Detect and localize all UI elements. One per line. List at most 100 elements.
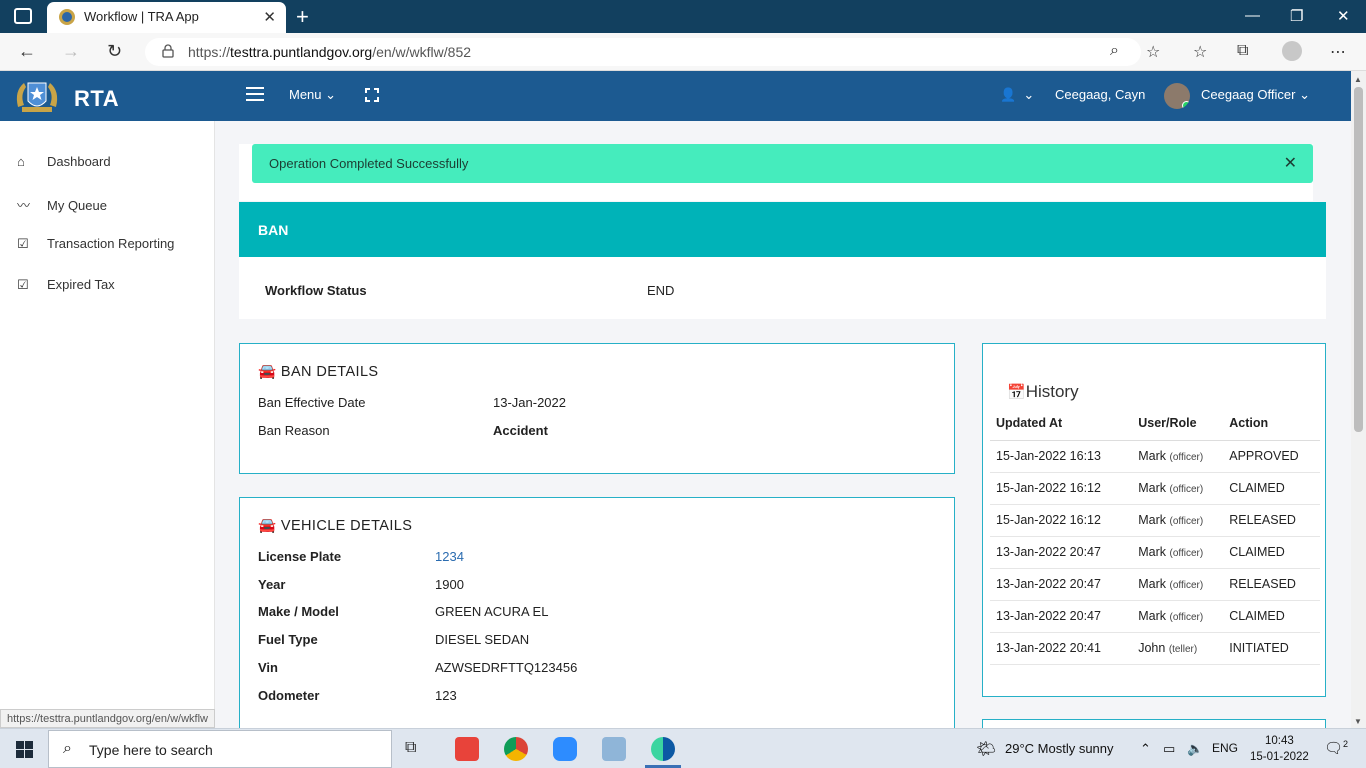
workflow-status-value: END <box>647 283 675 298</box>
browser-tab[interactable]: Workflow | TRA App ✕ <box>47 2 286 33</box>
hamburger-icon[interactable] <box>246 87 264 105</box>
favorites-icon[interactable]: ☆ <box>1193 42 1207 62</box>
zoom-app-icon[interactable] <box>553 737 577 761</box>
close-icon[interactable]: ✕ <box>1284 153 1297 173</box>
address-toolbar: ← → ↻ https://testtra.puntlandgov.org/en… <box>0 33 1366 71</box>
page-scrollbar[interactable]: ▲ ▼ <box>1351 71 1366 728</box>
user-icon: 👤 <box>1000 87 1017 102</box>
odometer-label: Odometer <box>258 688 320 703</box>
odometer-value: 123 <box>435 688 457 703</box>
next-panel-edge <box>982 719 1326 728</box>
table-row: 15-Jan-2022 16:12 Mark (officer) CLAIMED <box>990 472 1320 505</box>
vin-label: Vin <box>258 660 278 675</box>
task-view-icon[interactable]: ⧉ <box>405 739 429 763</box>
table-row: 13-Jan-2022 20:41 John (teller) INITIATED <box>990 632 1320 665</box>
ban-section-header: BAN <box>239 202 1326 257</box>
minimize-icon[interactable]: — <box>1245 7 1260 24</box>
car-icon: 🚘 <box>258 518 277 534</box>
fullscreen-icon[interactable] <box>365 88 379 102</box>
search-icon: ⌕ <box>63 740 72 757</box>
refresh-icon[interactable]: ↻ <box>107 41 122 62</box>
chrome-app-icon[interactable] <box>504 737 528 761</box>
forward-icon[interactable]: → <box>62 41 80 62</box>
url-text: https://testtra.puntlandgov.org/en/w/wkf… <box>188 44 472 60</box>
language-indicator[interactable]: ENG <box>1212 741 1238 755</box>
close-tab-icon[interactable]: ✕ <box>263 8 276 26</box>
taskbar-search-input[interactable]: ⌕ Type here to search <box>48 730 392 768</box>
avatar[interactable] <box>1164 83 1190 109</box>
sidebar-item-transaction-reporting[interactable]: ☑ Transaction Reporting <box>17 236 174 252</box>
windows-taskbar: ⌕ Type here to search ⧉ 🌤 29°C Mostly su… <box>0 728 1366 768</box>
notification-icon[interactable]: 🗨2 <box>1324 739 1348 757</box>
app-header: RTA Menu ⌄ 👤 ⌄ Ceegaag, Cayn Ceegaag Off… <box>0 71 1351 121</box>
anydesk-app-icon[interactable] <box>455 737 479 761</box>
restore-icon[interactable]: ❐ <box>1290 7 1303 25</box>
checkbox-icon: ☑ <box>17 277 29 292</box>
address-field[interactable]: https://testtra.puntlandgov.org/en/w/wkf… <box>145 38 1141 66</box>
role-dropdown[interactable]: Ceegaag Officer ⌄ <box>1201 87 1310 103</box>
notepad-app-icon[interactable] <box>602 737 626 761</box>
brand-title: RTA <box>74 86 120 111</box>
chevron-down-icon: ⌄ <box>1299 87 1310 102</box>
more-menu-icon[interactable]: ⋯ <box>1330 42 1346 62</box>
ban-details-panel: 🚘 BAN DETAILS Ban Effective Date 13-Jan-… <box>239 343 955 474</box>
column-header-action: Action <box>1223 406 1320 441</box>
history-table: Updated At User/Role Action 15-Jan-2022 … <box>990 406 1320 665</box>
table-row: 13-Jan-2022 20:47 Mark (officer) CLAIMED <box>990 536 1320 569</box>
network-icon[interactable]: ▭ <box>1163 741 1175 757</box>
profile-icon[interactable] <box>1282 41 1302 61</box>
alert-message: Operation Completed Successfully <box>269 156 469 171</box>
chevron-down-icon: ⌄ <box>1023 87 1035 102</box>
clock-date: 15-01-2022 <box>1250 751 1309 763</box>
vehicle-details-title: 🚘 VEHICLE DETAILS <box>258 518 413 534</box>
table-row: 15-Jan-2022 16:13 Mark (officer) APPROVED <box>990 440 1320 473</box>
sidebar-item-dashboard[interactable]: ⌂ Dashboard <box>17 154 111 169</box>
year-label: Year <box>258 577 286 592</box>
windows-start-icon[interactable] <box>16 741 33 758</box>
lock-icon <box>162 44 174 58</box>
chevron-up-icon[interactable]: ⌃ <box>1140 741 1151 757</box>
link-status-tooltip: https://testtra.puntlandgov.org/en/w/wkf… <box>0 709 215 728</box>
history-header-row: Updated At User/Role Action <box>990 406 1320 441</box>
close-window-icon[interactable]: ✕ <box>1337 7 1350 25</box>
chevron-down-icon: ⌄ <box>325 87 337 102</box>
success-alert: Operation Completed Successfully ✕ <box>252 144 1313 183</box>
search-placeholder: Type here to search <box>89 742 213 758</box>
table-row: 15-Jan-2022 16:12 Mark (officer) RELEASED <box>990 504 1320 537</box>
ban-title: BAN <box>258 222 289 238</box>
tab-title: Workflow | TRA App <box>84 9 199 24</box>
new-tab-icon[interactable]: + <box>296 4 309 30</box>
edge-app-icon[interactable] <box>651 737 675 761</box>
collections-icon[interactable]: ⧉ <box>1237 42 1248 60</box>
scroll-down-icon[interactable]: ▼ <box>1354 717 1362 726</box>
fuel-type-label: Fuel Type <box>258 632 318 647</box>
year-value: 1900 <box>435 577 464 592</box>
make-model-value: GREEN ACURA EL <box>435 604 549 619</box>
user-menu[interactable]: 👤 ⌄ <box>1000 87 1034 103</box>
menu-dropdown[interactable]: Menu ⌄ <box>289 87 336 103</box>
sidebar-item-expired-tax[interactable]: ☑ Expired Tax <box>17 277 115 293</box>
ban-effective-date-label: Ban Effective Date <box>258 395 366 410</box>
column-header-user-role: User/Role <box>1132 406 1224 441</box>
clock-time: 10:43 <box>1265 735 1294 747</box>
tab-actions-icon[interactable] <box>14 8 32 24</box>
workflow-status-row: Workflow Status END <box>239 257 1326 319</box>
history-panel: 📅History Updated At User/Role Action 15-… <box>982 343 1326 697</box>
zoom-icon[interactable]: ⌕ <box>1110 42 1119 60</box>
table-row: 13-Jan-2022 20:47 Mark (officer) CLAIMED <box>990 600 1320 633</box>
ban-reason-label: Ban Reason <box>258 423 330 438</box>
ban-reason-value: Accident <box>493 423 548 438</box>
workflow-status-label: Workflow Status <box>265 283 367 298</box>
volume-icon[interactable]: 🔈 <box>1187 741 1203 757</box>
scrollbar-thumb[interactable] <box>1354 87 1363 432</box>
weather-text[interactable]: 29°C Mostly sunny <box>1005 741 1114 756</box>
calendar-icon: 📅 <box>1007 384 1026 401</box>
license-plate-link[interactable]: 1234 <box>435 549 464 564</box>
add-favorite-icon[interactable]: ☆ <box>1146 42 1160 62</box>
clock[interactable]: 10:43 15-01-2022 <box>1250 733 1309 765</box>
back-icon[interactable]: ← <box>18 41 36 62</box>
sidebar-item-my-queue[interactable]: 〰 My Queue <box>17 195 107 214</box>
site-favicon-icon <box>59 9 75 25</box>
fuel-type-value: DIESEL SEDAN <box>435 632 530 647</box>
scroll-up-icon[interactable]: ▲ <box>1354 75 1362 84</box>
